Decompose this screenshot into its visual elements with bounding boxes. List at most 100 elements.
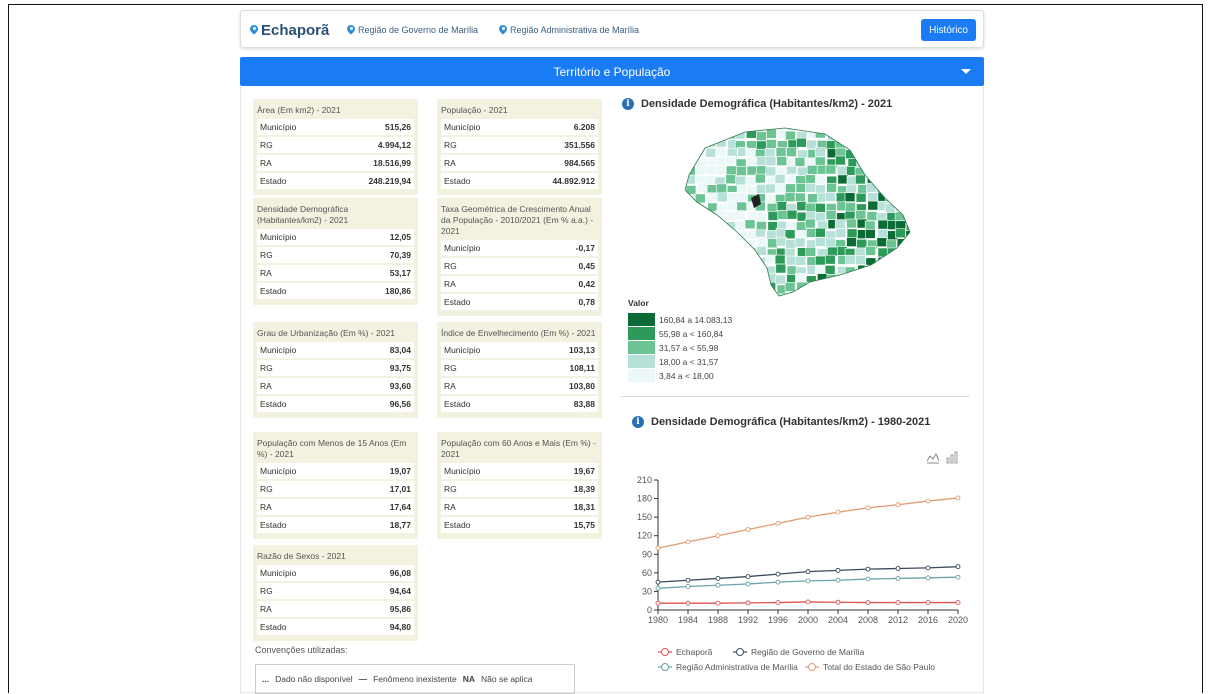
row-value: 12,05 [389,232,411,242]
municipality-cell [805,247,817,257]
card-row: Município 19,67 [441,463,598,479]
data-point [835,509,841,515]
municipality-cell [836,292,847,296]
row-label: RA [260,381,272,391]
line-chart-icon[interactable] [926,452,940,462]
municipality-cell [906,129,910,140]
municipality-cell [824,254,836,265]
municipality-cell [905,165,910,176]
municipality-cell [745,239,756,249]
bar-chart-icon[interactable] [946,451,958,464]
row-value: 351.556 [564,140,595,150]
data-point [775,571,781,577]
municipality-cell [685,248,696,258]
municipality-cell [907,247,910,258]
municipality-cell [725,230,737,240]
municipality-cell [715,146,727,157]
municipality-cell [814,203,826,213]
sp-state-map[interactable] [675,120,915,300]
legend-label: 31,57 a < 55,98 [659,342,719,353]
municipality-cell [716,284,728,294]
row-value: 18,77 [389,520,411,530]
conventions-title: Convenções utilizadas: [255,645,348,655]
municipality-cell [855,255,866,265]
history-button[interactable]: Histórico [921,19,976,41]
section-toggle[interactable]: Território e População [240,57,984,86]
municipality-cell [706,184,718,194]
municipality-cell [855,273,867,284]
legend-item[interactable]: 31,57 a < 55,98 [628,341,718,354]
municipality-cell [895,265,907,275]
municipality-cell [695,274,706,284]
municipality-cell [855,290,867,296]
municipality-cell [744,128,756,133]
municipality-cell [746,293,757,296]
info-icon[interactable]: i [632,416,644,428]
data-point [895,502,901,508]
municipality-cell [716,128,728,130]
municipality-cell [725,221,737,231]
y-tick-label: 60 [642,568,652,578]
municipality-cell [885,291,896,296]
municipality-cell [815,255,826,266]
municipality-cell [775,274,786,285]
row-value: 103,13 [569,345,595,355]
region-gov-link[interactable]: Região de Governo de Marília [347,11,478,49]
legend-item[interactable]: 55,98 a < 160,84 [628,327,723,340]
card-row: Estado 83,88 [441,396,598,412]
municipality-cell [805,182,816,193]
municipality-cell [825,210,837,220]
municipality-cell [795,192,806,203]
row-label: RA [260,604,272,614]
legend-label: Total do Estado de São Paulo [823,662,935,672]
municipality-cell [907,192,910,202]
municipality-cell [767,238,778,249]
indicator-card: Razão de Sexos - 2021 Município 96,08 RG 94,… [253,545,418,641]
municipality-cell [694,175,706,185]
municipality-cell [796,128,807,131]
city-link[interactable]: Echaporã [250,11,329,49]
municipality-cell [895,147,906,158]
row-value: 53,17 [389,268,411,278]
row-label: Estado [444,176,471,186]
municipality-cell [704,175,716,185]
municipality-cell [685,282,687,293]
municipality-cell [685,128,687,131]
region-adm-link[interactable]: Região Administrativa de Marília [499,11,639,49]
municipality-cell [764,193,776,204]
municipality-cell [695,227,706,238]
municipality-cell [856,128,867,130]
row-label: RG [444,140,457,150]
municipality-cell [834,219,846,229]
dash-text: Fenômeno inexistente [373,674,457,684]
info-icon[interactable]: i [622,98,634,110]
municipality-cell [727,256,738,267]
municipality-cell [865,274,877,285]
municipality-cell [727,247,739,258]
legend-item[interactable]: 18,00 a < 31,57 [628,355,718,368]
legend-item[interactable]: 3,84 a < 18,00 [628,369,714,382]
row-label: Município [444,122,481,132]
legend-item[interactable]: 160,84 a 14.083,13 [628,313,732,326]
municipality-cell [756,184,767,194]
card-title: Densidade Demográfica (Habitantes/km2) -… [257,204,349,225]
row-label: Estado [444,399,471,409]
municipality-cell [686,210,697,221]
row-label: RA [444,381,456,391]
municipality-cell [705,128,717,131]
data-point [655,600,661,606]
municipality-cell [846,237,857,247]
municipality-cell [805,202,817,213]
nap-symbol: NA [462,674,476,684]
municipality-cell [774,254,786,265]
municipality-cell [755,173,766,184]
municipality-cell [897,255,908,265]
municipality-cell [785,239,796,249]
municipality-cell [897,247,909,257]
municipality-cell [896,274,908,284]
data-point [955,574,961,580]
municipality-cell [697,263,708,274]
row-label: Estado [260,286,287,296]
location-header: Echaporã Região de Governo de Marília Re… [240,10,984,48]
municipality-cell [765,156,777,167]
